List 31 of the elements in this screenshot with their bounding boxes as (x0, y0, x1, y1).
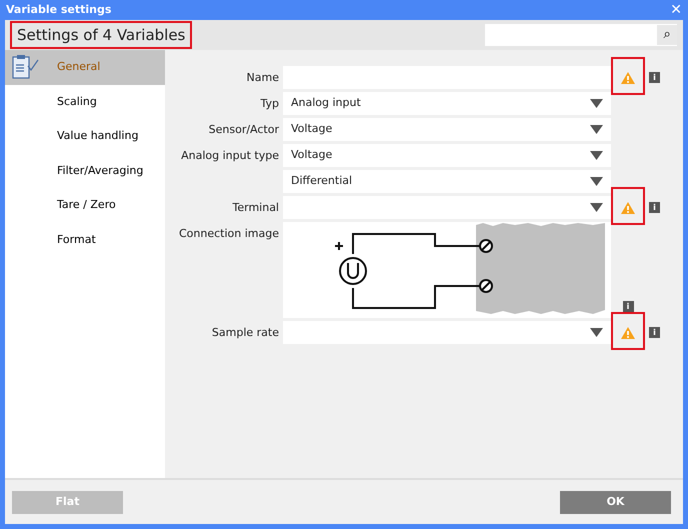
info-button[interactable]: i (649, 327, 660, 338)
dropdown[interactable] (283, 321, 611, 344)
field-label: Sensor/Actor (208, 123, 279, 136)
dropdown-arrow-icon (590, 328, 603, 337)
name-input[interactable] (283, 66, 611, 89)
dropdown-arrow-icon (590, 125, 603, 134)
info-button[interactable]: i (649, 202, 660, 213)
field-label: Name (246, 71, 279, 84)
dropdown-arrow-icon (590, 151, 603, 160)
field-label: Terminal (232, 201, 279, 214)
dropdown[interactable]: Voltage (283, 118, 611, 141)
dropdown-arrow-icon (590, 99, 603, 108)
dialog-title: Settings of 4 Variables (10, 21, 192, 49)
field-label: Typ (260, 97, 279, 110)
window-title: Variable settings (6, 2, 112, 18)
dropdown[interactable]: Voltage (283, 144, 611, 167)
info-button[interactable]: i (622, 301, 634, 312)
clipboard-check-icon (11, 54, 41, 80)
dropdown[interactable]: Differential (283, 170, 611, 193)
dialog-button: Flat (12, 490, 123, 514)
field-label: Connection image (179, 227, 279, 240)
dialog-button[interactable]: OK (560, 490, 671, 514)
dropdown[interactable] (283, 196, 611, 219)
dropdown-arrow-icon (590, 177, 603, 186)
search-field[interactable]: ⌕ (485, 24, 677, 46)
field-label: Sample rate (212, 326, 279, 339)
dropdown-arrow-icon (590, 203, 603, 212)
dropdown[interactable]: Analog input (283, 92, 611, 115)
info-button[interactable]: i (649, 72, 660, 83)
search-button[interactable]: ⌕ (657, 25, 677, 45)
field-label: Analog input type (181, 149, 279, 162)
